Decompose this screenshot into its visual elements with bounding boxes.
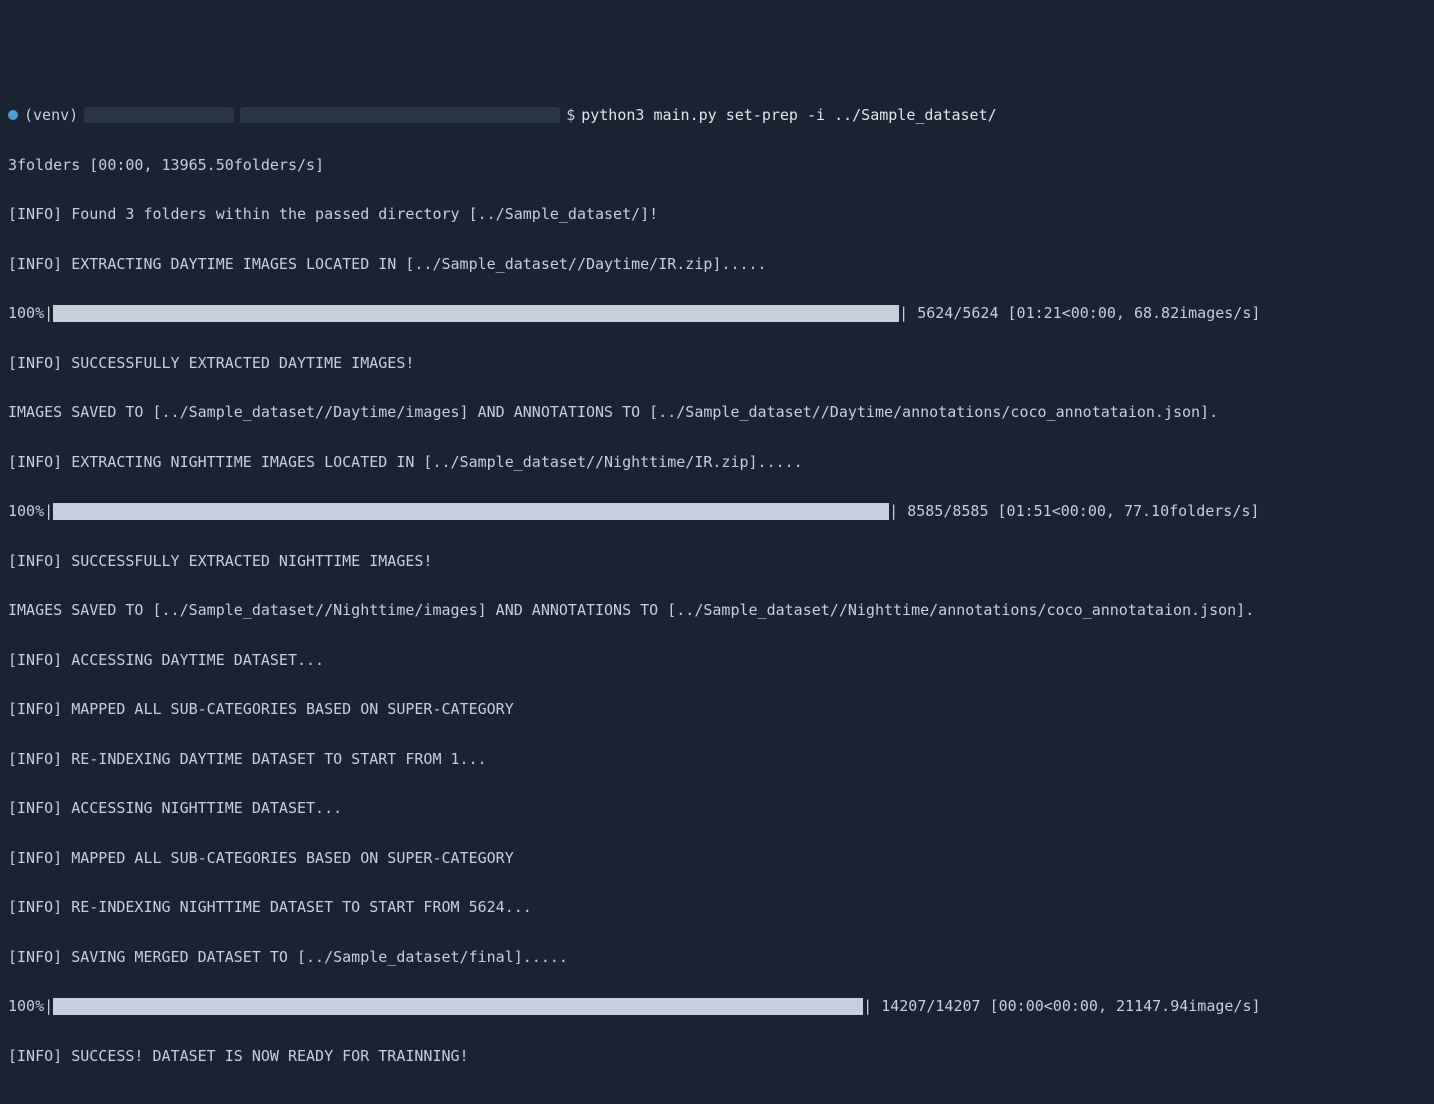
output-line: IMAGES SAVED TO [../Sample_dataset//Dayt… [8, 400, 1426, 425]
output-info-line: [INFO] SUCCESS! DATASET IS NOW READY FOR… [8, 1044, 1426, 1069]
output-info-line: [INFO] EXTRACTING DAYTIME IMAGES LOCATED… [8, 252, 1426, 277]
redacted-path [240, 107, 560, 123]
output-line: 3folders [00:00, 13965.50folders/s] [8, 153, 1426, 178]
venv-label: (venv) [24, 103, 78, 128]
typed-command[interactable]: python3 main.py set-prep -i ../Sample_da… [581, 103, 996, 128]
output-info-line: [INFO] RE-INDEXING NIGHTTIME DATASET TO … [8, 895, 1426, 920]
output-info-line: [INFO] ACCESSING DAYTIME DATASET... [8, 648, 1426, 673]
output-line: IMAGES SAVED TO [../Sample_dataset//Nigh… [8, 598, 1426, 623]
output-info-line: [INFO] MAPPED ALL SUB-CATEGORIES BASED O… [8, 846, 1426, 871]
progress-percent: 100%| [8, 304, 53, 322]
progress-stats: | 5624/5624 [01:21<00:00, 68.82images/s] [899, 304, 1260, 322]
output-info-line: [INFO] SUCCESSFULLY EXTRACTED NIGHTTIME … [8, 549, 1426, 574]
progress-bar-line: 100%| | 8585/8585 [01:51<00:00, 77.10fold… [8, 499, 1426, 524]
progress-fill [53, 305, 899, 322]
output-info-line: [INFO] ACCESSING NIGHTTIME DATASET... [8, 796, 1426, 821]
prompt-dollar: $ [566, 103, 575, 128]
progress-stats: | 8585/8585 [01:51<00:00, 77.10folders/s… [889, 502, 1259, 520]
output-info-line: [INFO] EXTRACTING NIGHTTIME IMAGES LOCAT… [8, 450, 1426, 475]
progress-fill [53, 503, 889, 520]
progress-fill [53, 998, 863, 1015]
output-info-line: [INFO] SUCCESSFULLY EXTRACTED DAYTIME IM… [8, 351, 1426, 376]
progress-percent: 100%| [8, 997, 53, 1015]
progress-bar-line: 100%| | 5624/5624 [01:21<00:00, 68.82imag… [8, 301, 1426, 326]
output-info-line: [INFO] SAVING MERGED DATASET TO [../Samp… [8, 945, 1426, 970]
prompt-indicator-dot [8, 110, 18, 120]
progress-stats: | 14207/14207 [00:00<00:00, 21147.94imag… [863, 997, 1260, 1015]
output-info-line: [INFO] MAPPED ALL SUB-CATEGORIES BASED O… [8, 697, 1426, 722]
output-info-line: [INFO] RE-INDEXING DAYTIME DATASET TO ST… [8, 747, 1426, 772]
redacted-user [84, 107, 234, 123]
terminal-prompt-line: (venv) $ python3 main.py set-prep -i ../… [8, 103, 1426, 128]
progress-bar-line: 100%| | 14207/14207 [00:00<00:00, 21147.9… [8, 994, 1426, 1019]
output-info-line: [INFO] Found 3 folders within the passed… [8, 202, 1426, 227]
progress-percent: 100%| [8, 502, 53, 520]
